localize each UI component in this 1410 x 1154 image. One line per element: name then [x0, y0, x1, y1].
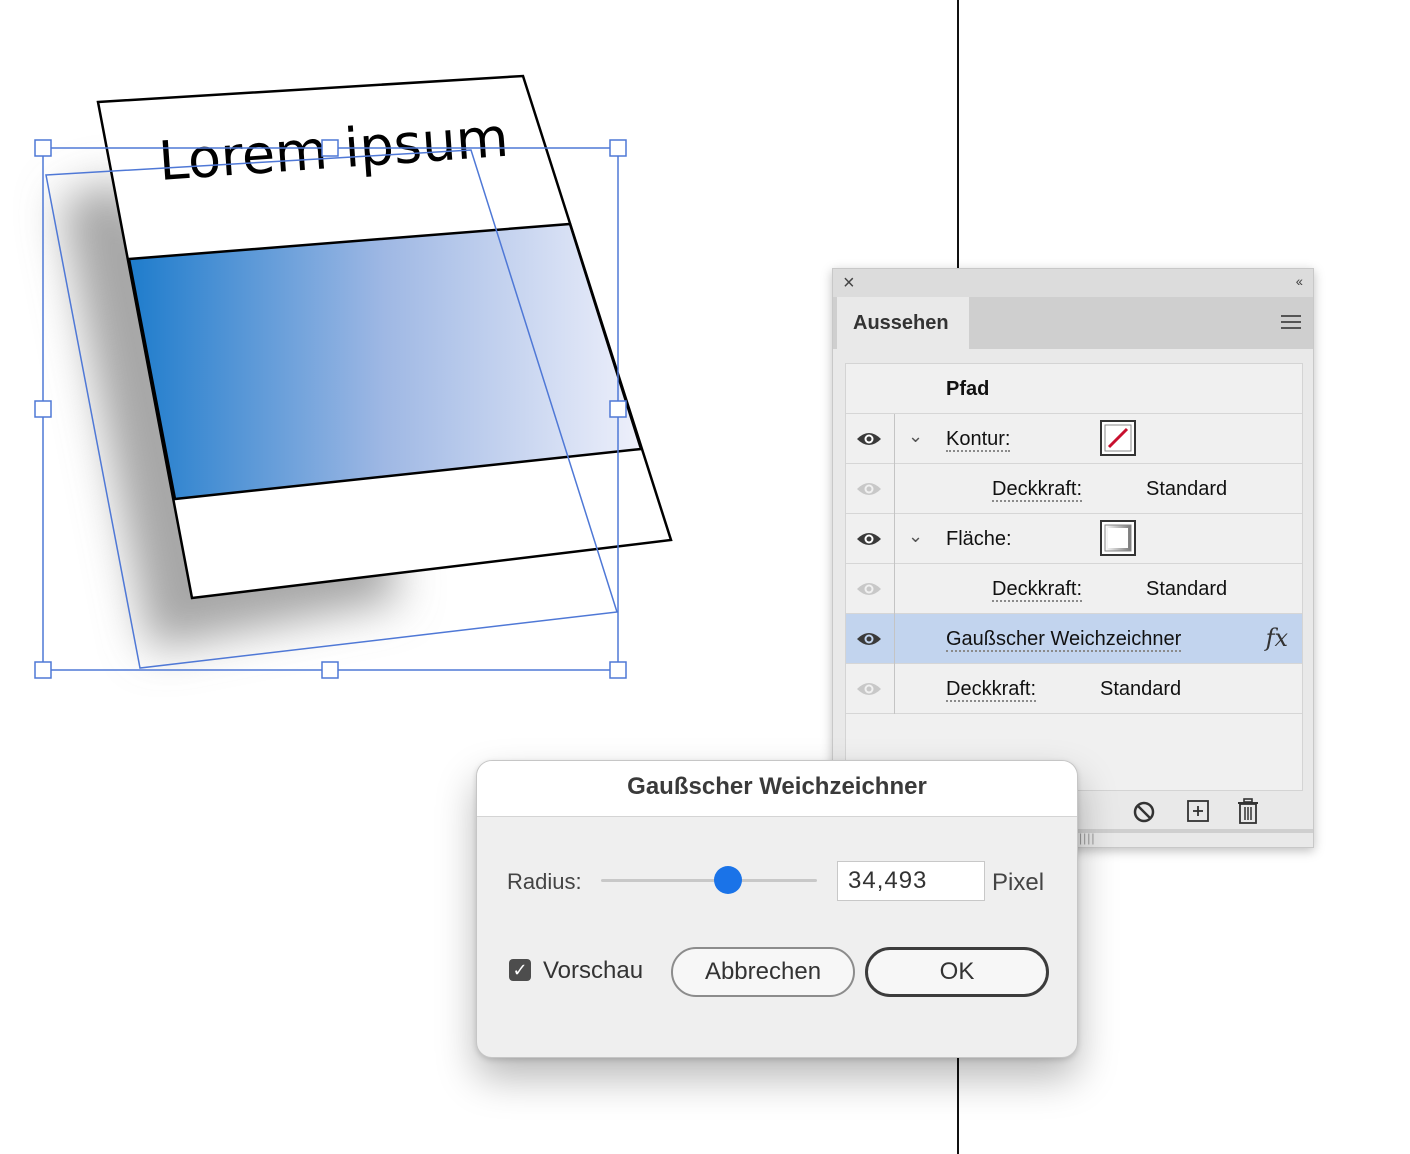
slider-track[interactable]	[601, 879, 817, 882]
cancel-button[interactable]: Abbrechen	[671, 947, 855, 997]
handle-top-right	[609, 139, 627, 157]
list-item-gaussian-blur[interactable]: Gaußscher Weichzeichner fx	[846, 614, 1302, 664]
panel-titlebar[interactable]: × ‹‹	[833, 269, 1313, 297]
eye-icon[interactable]	[856, 629, 882, 649]
fx-icon[interactable]: fx	[1266, 624, 1288, 652]
column-divider	[894, 664, 895, 714]
gaussian-blur-dialog: Gaußscher Weichzeichner Radius: Pixel ✓ …	[476, 760, 1078, 1058]
list-item-stroke[interactable]: ⌄ Kontur:	[846, 414, 1302, 464]
column-divider	[894, 464, 895, 514]
duplicate-item-icon[interactable]	[1185, 797, 1211, 825]
preview-checkbox[interactable]: ✓	[509, 959, 531, 981]
radius-label: Radius:	[507, 869, 582, 894]
resize-grip-icon[interactable]: ||||	[1079, 831, 1095, 845]
chevron-down-icon[interactable]: ⌄	[908, 526, 923, 547]
dialog-header: Gaußscher Weichzeichner	[477, 761, 1077, 817]
canvas-artwork: Lorem ipsum	[34, 74, 673, 679]
chevron-down-icon[interactable]: ⌄	[908, 426, 923, 447]
handle-bottom-left	[34, 661, 52, 679]
hamburger-icon[interactable]	[1281, 315, 1301, 329]
fill-swatch[interactable]	[1100, 520, 1136, 556]
unit-label: Pixel	[992, 869, 1045, 896]
opacity-value: Standard	[1146, 578, 1228, 600]
opacity-value: Standard	[1146, 478, 1228, 500]
dialog-title: Gaußscher Weichzeichner	[627, 773, 927, 800]
column-divider	[894, 614, 895, 664]
handle-top-left	[34, 139, 52, 157]
eye-icon[interactable]	[856, 529, 882, 549]
eye-icon[interactable]	[856, 429, 882, 449]
collapse-icon[interactable]: ‹‹	[1296, 273, 1303, 289]
clear-appearance-icon[interactable]	[1131, 797, 1157, 825]
column-divider	[894, 414, 895, 464]
gradient-band[interactable]	[127, 222, 643, 501]
handle-top-center	[321, 139, 339, 157]
panel-tabstrip: Aussehen	[833, 297, 1313, 349]
object-type-label: Pfad	[946, 378, 990, 400]
close-icon[interactable]: ×	[843, 272, 855, 294]
tab-appearance[interactable]: Aussehen	[837, 297, 969, 349]
handle-middle-right	[609, 400, 627, 418]
preview-label[interactable]: Vorschau	[543, 957, 643, 985]
opacity-value: Standard	[1100, 678, 1182, 700]
delete-item-icon[interactable]	[1235, 797, 1261, 825]
handle-bottom-center	[321, 661, 339, 679]
eye-icon[interactable]	[856, 679, 882, 699]
column-divider	[894, 564, 895, 614]
list-item-fill-opacity[interactable]: Deckkraft: Standard	[846, 564, 1302, 614]
stroke-label[interactable]: Kontur:	[946, 428, 1011, 452]
stroke-swatch[interactable]	[1100, 420, 1136, 456]
opacity-label[interactable]: Deckkraft:	[992, 478, 1083, 502]
object-type-row: Pfad	[846, 364, 1302, 414]
column-divider	[894, 514, 895, 564]
effect-label[interactable]: Gaußscher Weichzeichner	[946, 628, 1182, 652]
eye-icon[interactable]	[856, 479, 882, 499]
handle-bottom-right	[609, 661, 627, 679]
list-item-object-opacity[interactable]: Deckkraft: Standard	[846, 664, 1302, 714]
handle-middle-left	[34, 400, 52, 418]
appearance-list: Pfad ⌄ Kontur: Deckkraft: Standard ⌄ Flä…	[845, 363, 1303, 791]
radius-input[interactable]	[837, 861, 985, 901]
list-item-fill[interactable]: ⌄ Fläche:	[846, 514, 1302, 564]
opacity-label[interactable]: Deckkraft:	[946, 678, 1037, 702]
ok-button[interactable]: OK	[865, 947, 1049, 997]
eye-icon[interactable]	[856, 579, 882, 599]
radius-slider[interactable]	[601, 865, 817, 895]
opacity-label[interactable]: Deckkraft:	[992, 578, 1083, 602]
slider-thumb[interactable]	[714, 866, 743, 894]
fill-label[interactable]: Fläche:	[946, 528, 1012, 551]
list-item-stroke-opacity[interactable]: Deckkraft: Standard	[846, 464, 1302, 514]
